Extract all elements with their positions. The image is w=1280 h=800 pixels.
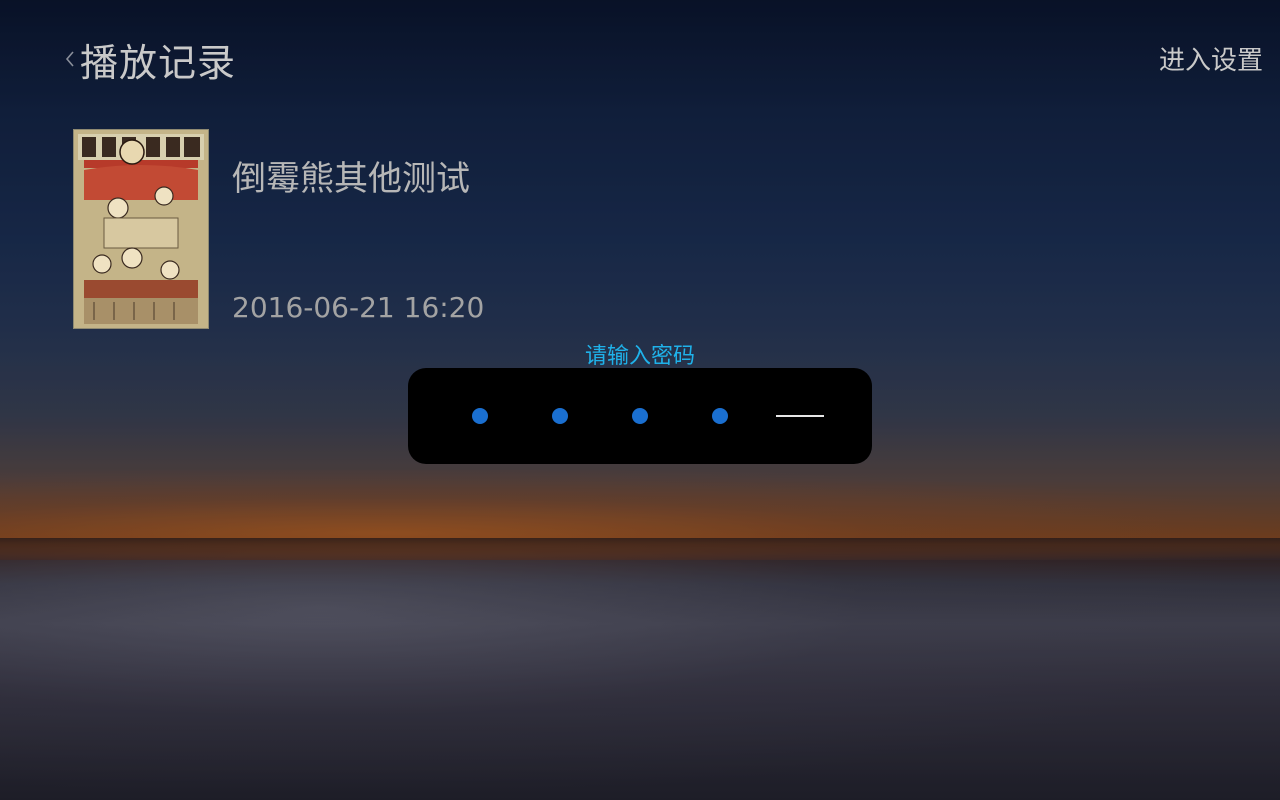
password-input[interactable] <box>408 368 872 464</box>
password-prompt: 请输入密码 <box>584 344 695 369</box>
record-title: 倒霉熊其他测试 <box>232 159 470 199</box>
record-list-item[interactable]: 倒霉熊其他测试 2016-06-21 16:20 <box>73 129 573 329</box>
pin-slot <box>760 368 840 464</box>
enter-settings-button[interactable]: 进入设置 <box>1159 40 1263 77</box>
chevron-left-icon <box>62 47 78 71</box>
pin-dot <box>632 408 648 424</box>
pin-slot <box>680 368 760 464</box>
back-button[interactable]: 播放记录 <box>62 34 237 85</box>
background-sea <box>0 560 1280 800</box>
poster-thumbnail <box>73 129 209 329</box>
pin-dot <box>552 408 568 424</box>
page-title: 播放记录 <box>80 40 237 85</box>
background-shoreline <box>0 538 1280 560</box>
pin-slot <box>520 368 600 464</box>
record-timestamp: 2016-06-21 16:20 <box>232 291 485 324</box>
screen: 播放记录 进入设置 倒霉熊其他测试 2016-06-21 16:20 请输入密码 <box>0 0 1280 800</box>
pin-dot <box>472 408 488 424</box>
pin-cursor <box>776 415 824 417</box>
pin-dot <box>712 408 728 424</box>
pin-slot <box>440 368 520 464</box>
background-horizon-glow <box>0 470 1280 560</box>
pin-slot <box>600 368 680 464</box>
